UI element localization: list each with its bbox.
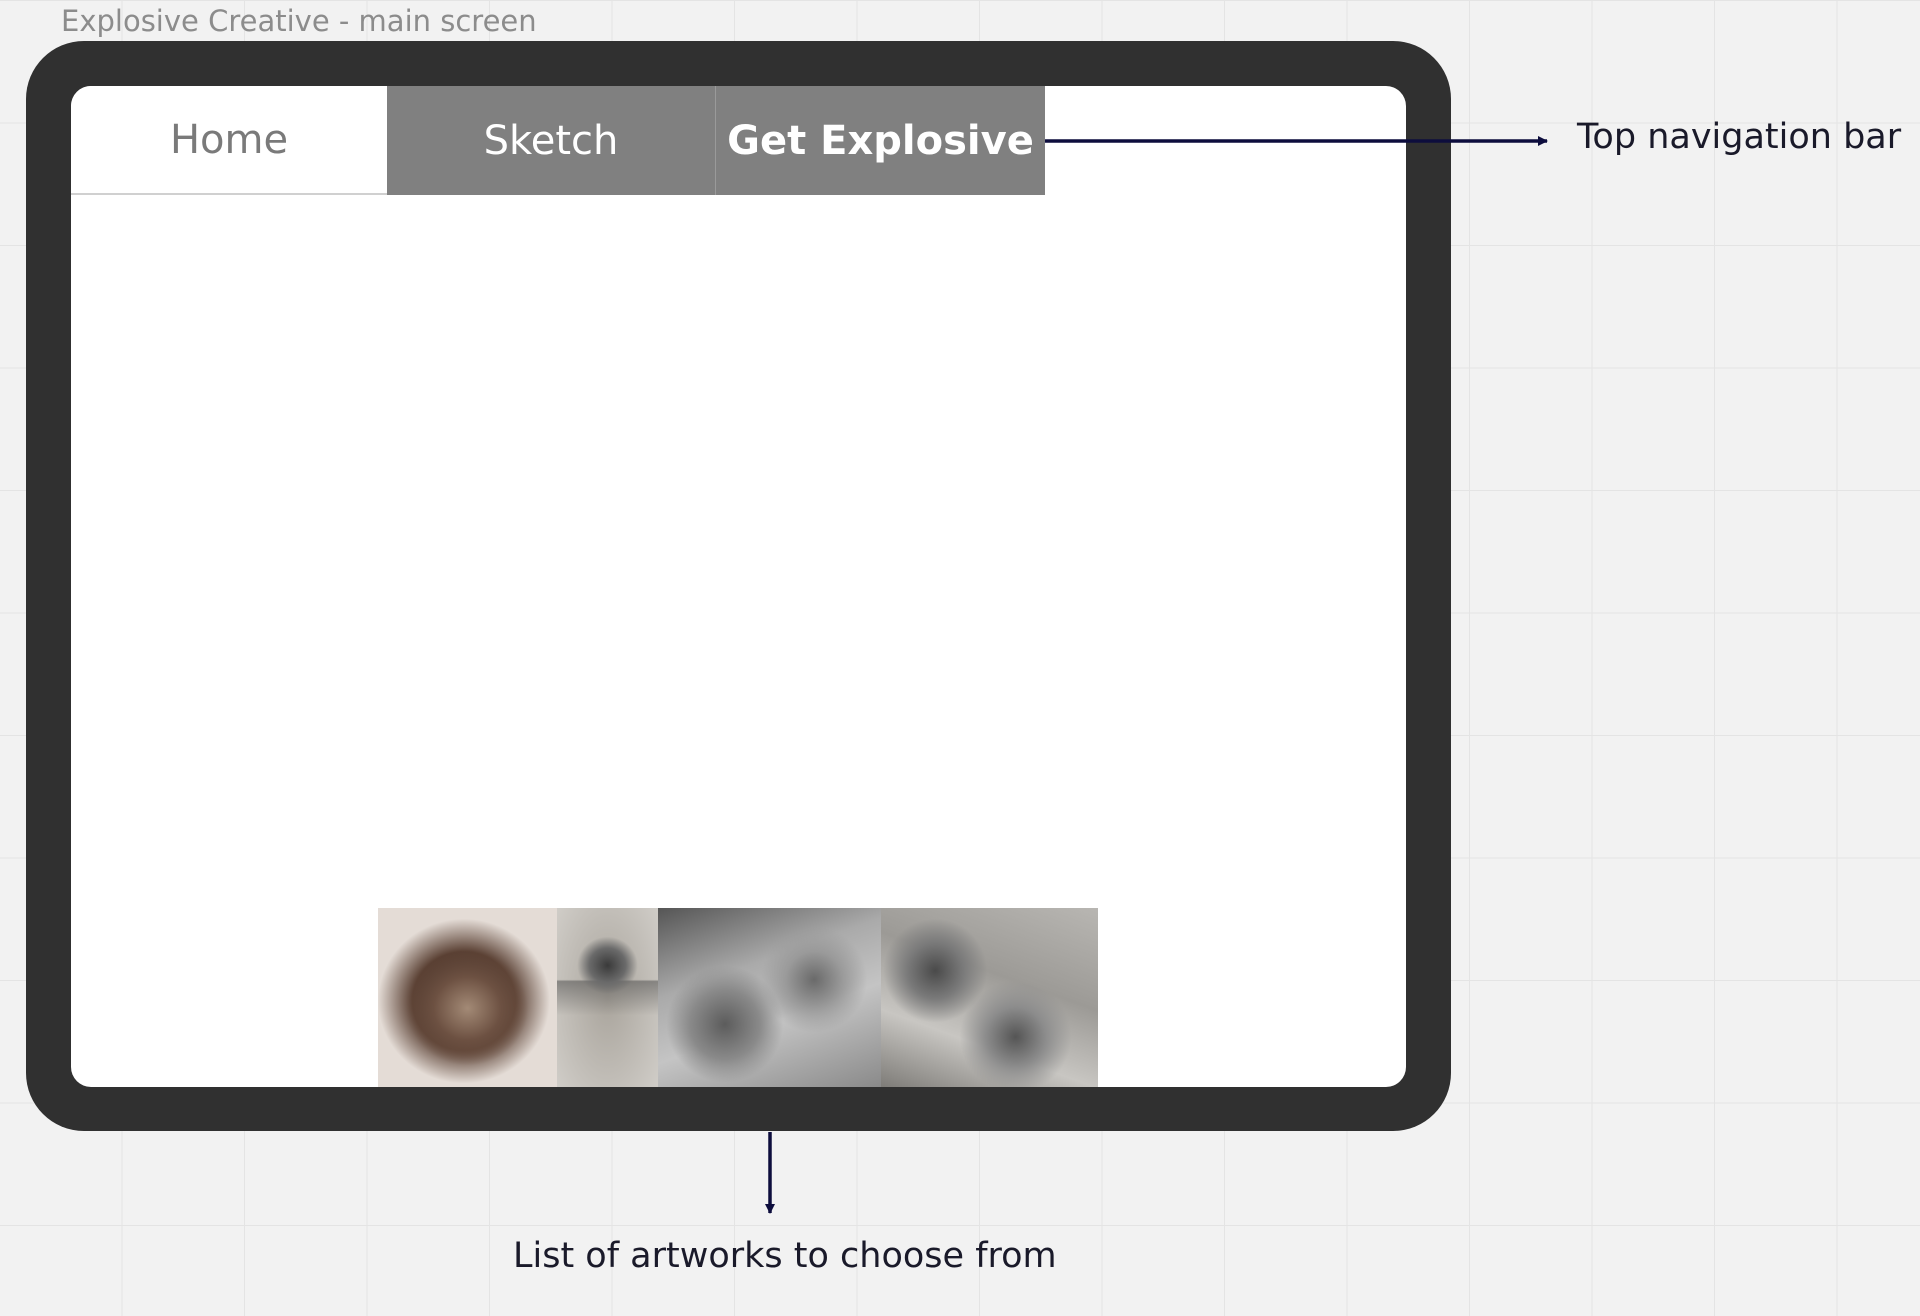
tab-sketch[interactable]: Sketch [387,86,716,195]
board-title: Explosive Creative - main screen [61,4,537,38]
nav-annotation-label: Top navigation bar [1577,117,1902,157]
top-navigation-bar: Home Sketch Get Explosive [71,86,1045,195]
lion-artwork-thumbnail[interactable] [378,908,557,1087]
artwork-list [378,908,1098,1087]
tablet-screen: Home Sketch Get Explosive [71,86,1406,1087]
tab-home[interactable]: Home [71,86,387,195]
rose-artwork-thumbnail[interactable] [557,908,658,1087]
artworks-annotation-label: List of artworks to choose from [513,1236,1057,1276]
tab-get-explosive[interactable]: Get Explosive [716,86,1045,195]
flower-field-artwork-2-thumbnail[interactable] [881,908,1098,1087]
flower-field-artwork-1-thumbnail[interactable] [658,908,881,1087]
tablet-frame: Home Sketch Get Explosive [26,41,1451,1131]
